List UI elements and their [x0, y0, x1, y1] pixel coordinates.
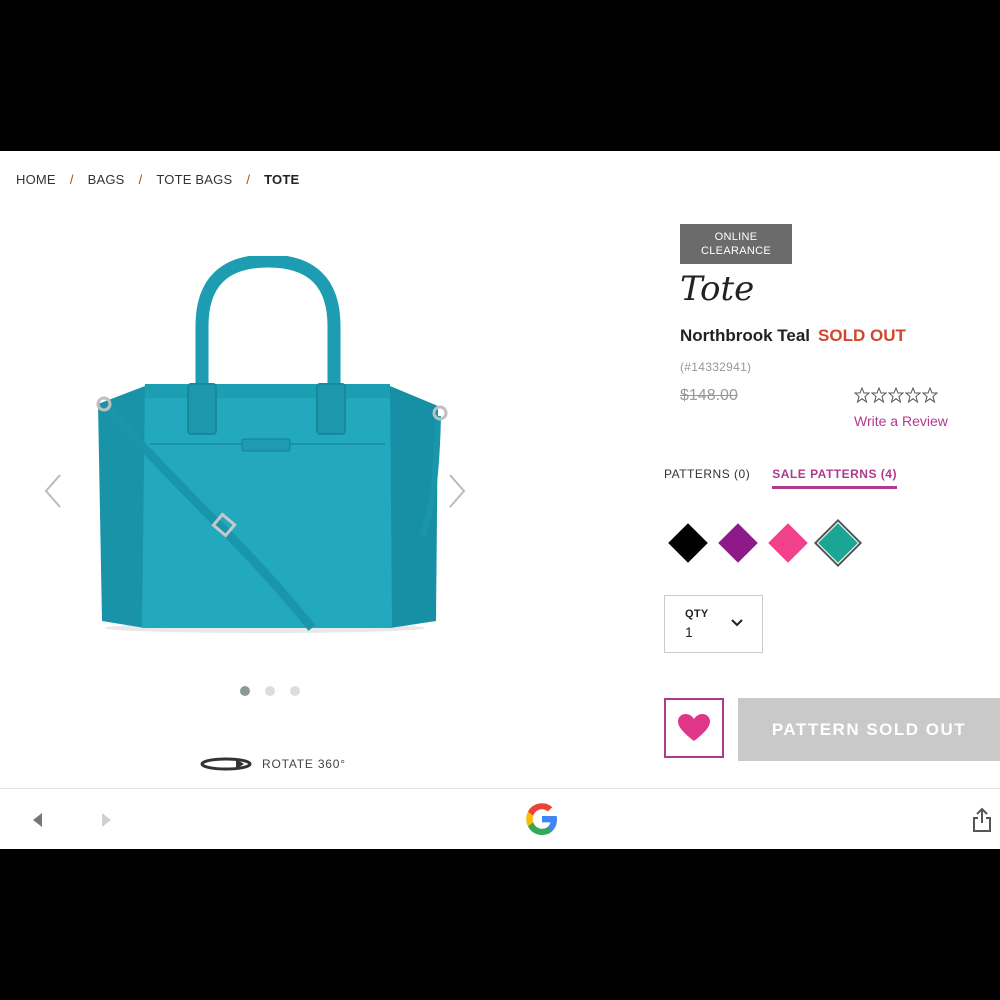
divider	[0, 788, 1000, 789]
next-image-arrow-icon[interactable]	[444, 473, 468, 509]
tote-bag-illustration	[96, 254, 448, 633]
swatch-teal[interactable]	[813, 518, 863, 568]
gallery-dot[interactable]	[290, 686, 300, 696]
star-icon	[922, 387, 938, 403]
quantity-select[interactable]: QTY 1	[664, 595, 763, 653]
browser-toolbar	[0, 790, 1000, 849]
swatch-black[interactable]	[668, 523, 708, 563]
rotate-360-button[interactable]: ROTATE 360°	[200, 756, 346, 772]
product-title: Tote	[680, 269, 755, 309]
color-name: Northbrook Teal	[680, 326, 811, 345]
qty-label: QTY	[685, 608, 709, 620]
rotate-icon	[200, 757, 252, 771]
product-image[interactable]	[90, 254, 460, 636]
original-price: $148.00	[680, 387, 738, 404]
google-logo-icon[interactable]	[523, 800, 561, 838]
badge-line-1: ONLINE	[714, 231, 758, 243]
tab-patterns[interactable]: PATTERNS (0)	[664, 467, 750, 489]
pattern-sold-out-button: PATTERN SOLD OUT	[738, 698, 1000, 761]
star-icon	[854, 387, 870, 403]
previous-image-arrow-icon[interactable]	[42, 473, 66, 509]
pattern-tabs: PATTERNS (0) SALE PATTERNS (4)	[664, 467, 897, 489]
back-arrow-icon[interactable]	[30, 812, 44, 828]
chevron-down-icon	[731, 619, 743, 627]
star-icon	[871, 387, 887, 403]
star-icon	[888, 387, 904, 403]
product-page: HOME / BAGS / TOTE BAGS / TOTE ROTATE 36…	[0, 151, 1000, 849]
breadcrumb-separator: /	[246, 172, 251, 187]
color-availability: Northbrook Teal SOLD OUT	[680, 326, 906, 346]
clearance-badge: ONLINE CLEARANCE	[680, 224, 792, 264]
heart-icon	[678, 714, 710, 741]
gallery-dots	[240, 686, 300, 696]
swatch-purple[interactable]	[718, 523, 758, 563]
breadcrumb-home[interactable]: HOME	[16, 172, 56, 187]
product-sku: (#14332941)	[680, 360, 752, 374]
breadcrumb: HOME / BAGS / TOTE BAGS / TOTE	[16, 172, 299, 187]
star-icon	[905, 387, 921, 403]
gallery-dot[interactable]	[265, 686, 275, 696]
breadcrumb-tote-bags[interactable]: TOTE BAGS	[156, 172, 232, 187]
breadcrumb-separator: /	[69, 172, 74, 187]
sold-out-status: SOLD OUT	[818, 326, 906, 345]
breadcrumb-bags[interactable]: BAGS	[88, 172, 125, 187]
rotate-label: ROTATE 360°	[262, 757, 346, 771]
breadcrumb-current: TOTE	[264, 172, 300, 187]
share-icon[interactable]	[972, 807, 992, 833]
swatch-pink[interactable]	[768, 523, 808, 563]
qty-value: 1	[685, 624, 693, 640]
badge-line-2: CLEARANCE	[701, 245, 771, 257]
forward-arrow-icon[interactable]	[100, 812, 114, 828]
star-rating[interactable]	[854, 387, 938, 403]
gallery-dot[interactable]	[240, 686, 250, 696]
tab-sale-patterns[interactable]: SALE PATTERNS (4)	[772, 467, 897, 489]
wishlist-button[interactable]	[664, 698, 724, 758]
write-review-link[interactable]: Write a Review	[854, 413, 948, 429]
breadcrumb-separator: /	[138, 172, 143, 187]
